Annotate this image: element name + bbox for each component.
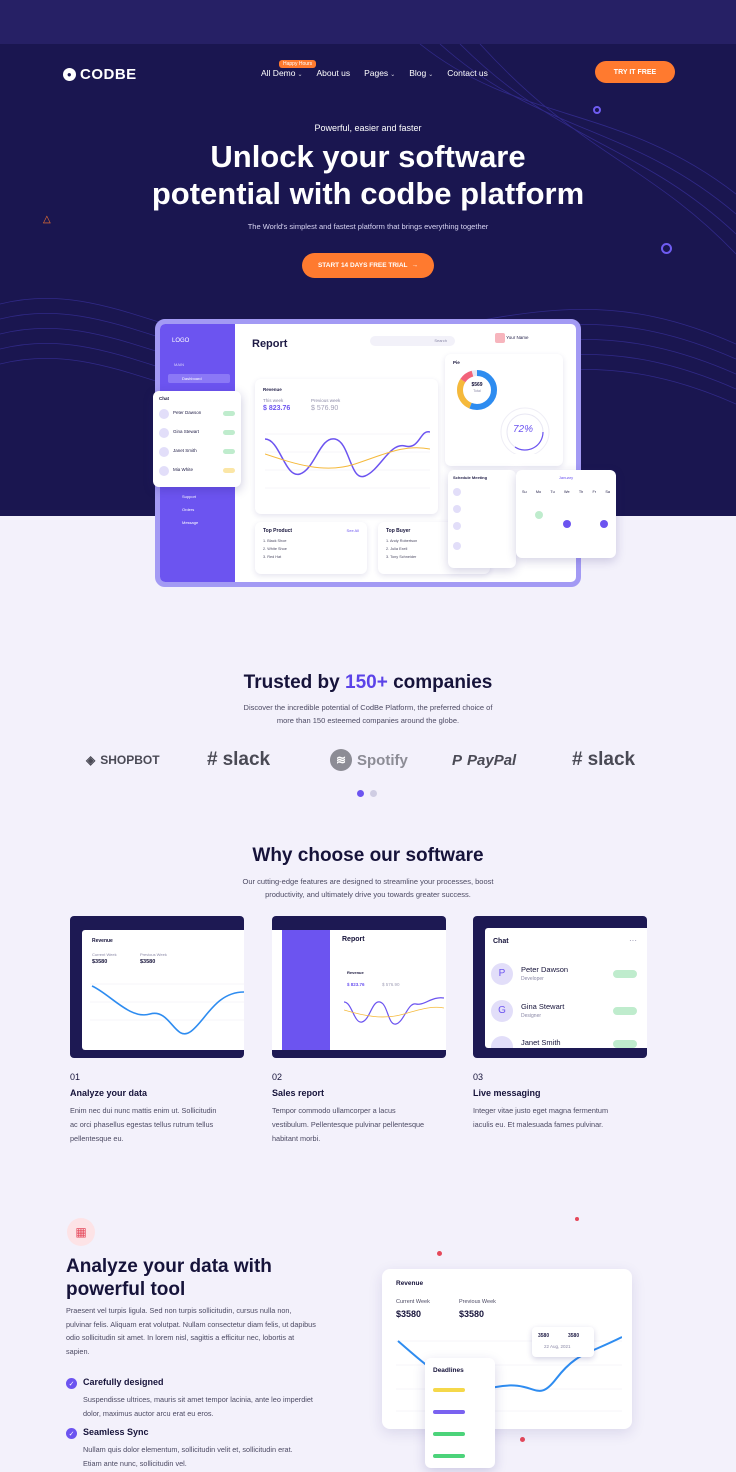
brand-slack: # slack	[572, 749, 636, 770]
decor-dot	[520, 1437, 525, 1442]
chevron-down-icon: ⌄	[428, 72, 434, 78]
trusted-subtitle: Discover the incredible potential of Cod…	[243, 703, 493, 725]
check-icon: ✓	[66, 1378, 77, 1389]
hero-title: Unlock your software potential with codb…	[151, 139, 585, 211]
decor-dot	[575, 1217, 579, 1221]
top-strip	[0, 0, 736, 44]
dashboard-search: Search	[370, 336, 455, 346]
feature-title: Analyze your data	[70, 1088, 148, 1098]
spotify-icon: ≋	[330, 749, 352, 771]
avatar	[159, 409, 169, 419]
deadlines-card: Deadlines	[425, 1358, 495, 1468]
carousel-dot[interactable]	[357, 790, 364, 797]
carousel-dots	[357, 790, 377, 797]
avatar	[159, 447, 169, 457]
avatar: P	[491, 963, 513, 985]
analyze-revenue-card: Revenue Current Week Previous Week $3580…	[382, 1269, 632, 1429]
more-icon: ···	[629, 936, 637, 945]
main-nav: All Demo ⌄ About us Pages ⌄ Blog ⌄ Contact …	[261, 68, 488, 78]
chat-row: Mia White	[159, 464, 237, 480]
avatar	[159, 466, 169, 476]
feature-desc: Tempor commodo ullamcorper a lacus vesti…	[272, 1106, 425, 1143]
chat-row: Gina Stewart	[159, 426, 237, 442]
revenue-line-chart	[265, 431, 430, 489]
decor-dot	[437, 1251, 442, 1256]
feature-desc: Integer vitae justo eget magna fermentum…	[473, 1106, 609, 1129]
nav-badge: Happy Hours	[279, 60, 317, 68]
brand-logo[interactable]: ● CODBE	[63, 66, 137, 83]
nav-item-about[interactable]: About us	[317, 68, 351, 78]
paypal-icon: P	[452, 751, 463, 769]
carousel-dot[interactable]	[370, 790, 377, 797]
dashboard-user: Your Name	[495, 333, 565, 347]
calendar-card: January Su Mo Tu We Th Fr Sa	[516, 470, 616, 558]
chat-popup: Chat Peter Dawson Gina Stewart Janet Smi…	[153, 391, 241, 487]
schedule-meeting-card: Schedule Meeting	[448, 470, 516, 568]
revenue-card: Revenue This week Previous week $ 823.76…	[255, 379, 438, 514]
avatar: G	[491, 1000, 513, 1022]
analyze-body: Praesent vel turpis ligula. Sed non turp…	[66, 1306, 316, 1356]
chat-row: Janet Smith	[159, 445, 237, 461]
brand-logos: ◈ SHOPBOT # slack ≋ Spotify P PayPal # slack	[70, 745, 670, 775]
avatar	[491, 1036, 513, 1048]
decor-circle	[593, 106, 601, 114]
feature-card-sales: Report Revenue $ 823.76 $ 576.90 02 Sale…	[272, 916, 446, 1146]
brand-shopbot: ◈ SHOPBOT	[86, 753, 160, 767]
nav-item-all-demo[interactable]: All Demo ⌄	[261, 68, 303, 78]
decor-triangle-icon: △	[43, 214, 51, 225]
pie-card: Pie $569 Total 72%	[445, 354, 563, 466]
sidebar-item-orders: Orders	[182, 507, 195, 512]
brand-paypal: P PayPal	[452, 751, 517, 769]
start-trial-button[interactable]: START 14 DAYS FREE TRIAL →	[302, 253, 434, 278]
sidebar-item-dashboard: Dashboard	[168, 374, 230, 383]
hero-subtitle: The World's simplest and fastest platfor…	[247, 222, 489, 231]
feature-desc: Enim nec dui nunc mattis enim ut. Sollic…	[70, 1106, 217, 1143]
nav-item-pages[interactable]: Pages ⌄	[364, 68, 395, 78]
feature-card-analyze: Revenue Current Week Previous Week $3580…	[70, 916, 244, 1146]
why-title: Why choose our software	[252, 845, 484, 866]
chart-icon: ▦	[67, 1218, 95, 1246]
slack-icon: #	[572, 749, 583, 770]
logo-text: CODBE	[80, 66, 137, 83]
trusted-title: Trusted by 150+ companies	[243, 672, 493, 693]
avatar	[495, 333, 505, 343]
brand-spotify: ≋ Spotify	[330, 745, 408, 775]
sidebar-item-message: Message	[182, 520, 199, 525]
brand-slack: # slack	[207, 749, 271, 770]
nav-item-blog[interactable]: Blog ⌄	[409, 68, 433, 78]
analyze-title: Analyze your data with powerful tool	[66, 1256, 272, 1300]
feature-card-messaging: Chat ··· P Peter Dawson Developer G Gina…	[473, 916, 647, 1132]
chevron-down-icon: ⌄	[297, 72, 303, 78]
chat-row: Peter Dawson	[159, 407, 237, 423]
chart-tooltip: 3580 3580 22 Aug, 2021	[532, 1327, 594, 1357]
top-product-card: Top Product See All 1. Black Shoe 2. Whi…	[255, 522, 367, 574]
feature-screenshot: Revenue Current Week Previous Week $3580…	[70, 916, 244, 1058]
arrow-right-icon: →	[411, 262, 419, 269]
slack-icon: #	[207, 749, 218, 770]
hero-kicker: Powerful, easier and faster	[314, 123, 422, 133]
shopbot-icon: ◈	[86, 753, 96, 767]
try-free-button[interactable]: TRY IT FREE	[595, 61, 675, 83]
nav-item-contact[interactable]: Contact us	[447, 68, 488, 78]
avatar	[159, 428, 169, 438]
dashboard-title: Report	[252, 338, 288, 350]
feature-screenshot: Report Revenue $ 823.76 $ 576.90	[272, 916, 446, 1058]
check-icon: ✓	[66, 1428, 77, 1439]
logo-mark-icon: ●	[63, 68, 76, 81]
feature-title: Live messaging	[473, 1088, 541, 1098]
decor-circle	[661, 243, 672, 254]
sidebar-item-support: Support	[182, 494, 197, 499]
feature-screenshot: Chat ··· P Peter Dawson Developer G Gina…	[473, 916, 647, 1058]
chevron-down-icon: ⌄	[390, 72, 396, 78]
feature-title: Sales report	[272, 1088, 325, 1098]
why-subtitle: Our cutting-edge features are designed t…	[242, 877, 494, 899]
